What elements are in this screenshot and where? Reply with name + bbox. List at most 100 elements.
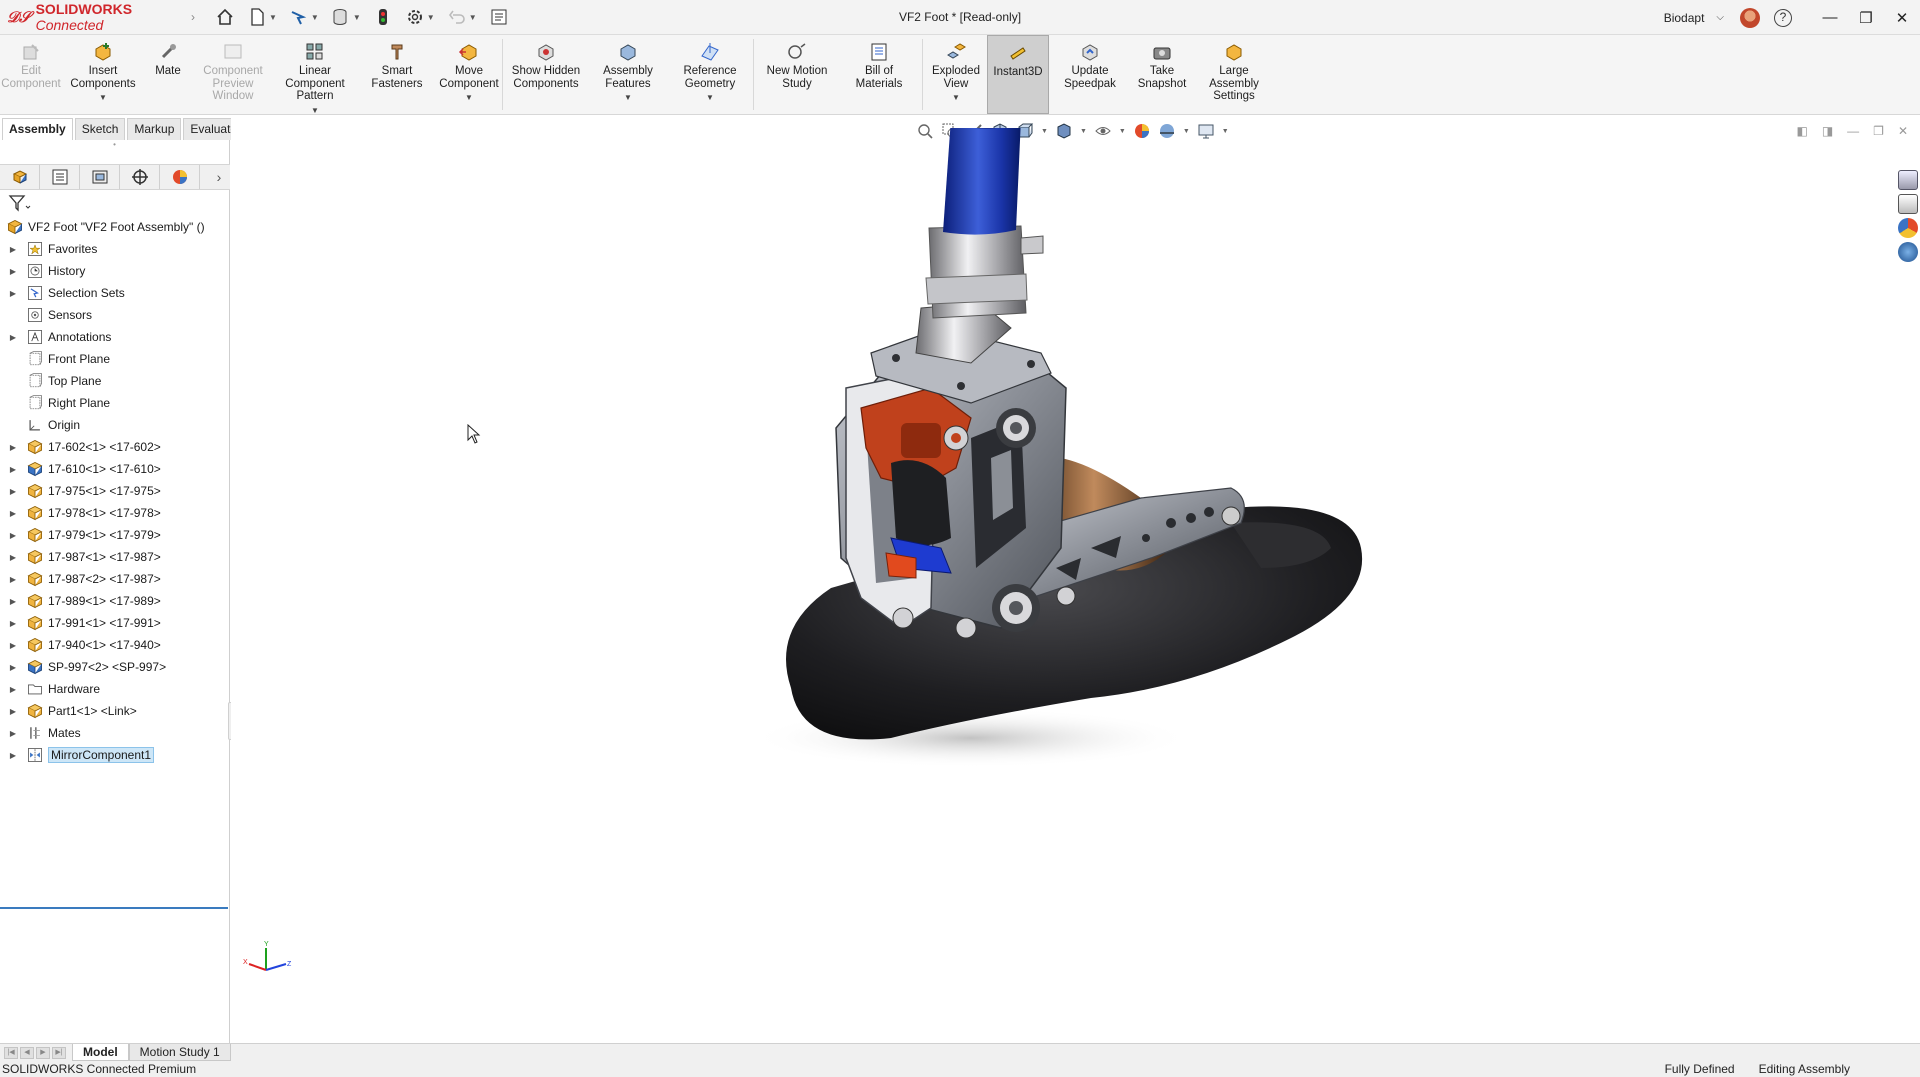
edit-component-button[interactable]: Edit Component <box>0 35 62 114</box>
panel-grip[interactable]: • <box>0 140 229 150</box>
app-logo[interactable]: 𝒟𝒮 SOLIDWORKS Connected › <box>0 1 195 33</box>
chevron-right-icon[interactable]: › <box>191 10 195 24</box>
select-button[interactable]: ▼ <box>285 4 323 30</box>
next-tab-icon[interactable]: ▶ <box>36 1046 50 1059</box>
tree-item[interactable]: ▶ Part1<1> <Link> <box>0 700 230 722</box>
tree-item[interactable]: Sensors <box>0 304 230 326</box>
tree-item[interactable]: ▶ SP-997<2> <SP-997> <box>0 656 230 678</box>
tree-item[interactable]: Front Plane <box>0 348 230 370</box>
assembly-features-button[interactable]: Assembly Features ▼ <box>587 35 669 114</box>
blue-pylon-tube[interactable] <box>943 128 1021 235</box>
chevron-down-icon[interactable]: ⌵ <box>1716 12 1724 23</box>
tree-item[interactable]: ▶ 17-940<1> <17-940> <box>0 634 230 656</box>
restore-icon[interactable]: ❐ <box>1848 0 1884 35</box>
tree-item[interactable]: ▶ 17-989<1> <17-989> <box>0 590 230 612</box>
configuration-manager-tab[interactable] <box>80 165 120 189</box>
close-icon[interactable]: ✕ <box>1884 0 1920 35</box>
chevron-down-icon[interactable]: ▼ <box>353 13 361 22</box>
collapse-right-icon[interactable]: ◨ <box>1822 124 1833 138</box>
smart-fasteners-button[interactable]: Smart Fasteners <box>356 35 438 114</box>
insert-components-button[interactable]: Insert Components ▼ <box>62 35 144 114</box>
linear-component-pattern-button[interactable]: Linear Component Pattern ▼ <box>274 35 356 115</box>
tree-item[interactable]: ▶ Mates <box>0 722 230 744</box>
tenant-name[interactable]: Biodapt <box>1664 11 1705 25</box>
tree-item[interactable]: ▶ 17-991<1> <17-991> <box>0 612 230 634</box>
tab-markup[interactable]: Markup <box>127 118 182 140</box>
3d-model-vf2-foot[interactable] <box>671 128 1431 868</box>
design-library-icon[interactable] <box>1898 194 1918 214</box>
chevron-down-icon[interactable]: ▼ <box>469 13 477 22</box>
minimize-icon[interactable]: — <box>1847 124 1859 138</box>
display-manager-tab[interactable] <box>160 165 200 189</box>
expand-arrow-icon[interactable]: ▶ <box>6 267 20 276</box>
move-component-button[interactable]: Move Component ▼ <box>438 35 500 114</box>
tree-item[interactable]: ▶ Annotations <box>0 326 230 348</box>
tree-item[interactable]: ▶ Hardware <box>0 678 230 700</box>
first-tab-icon[interactable]: |◀ <box>4 1046 18 1059</box>
home-button[interactable] <box>211 4 239 30</box>
expand-arrow-icon[interactable]: ▶ <box>6 289 20 298</box>
expand-arrow-icon[interactable]: ▶ <box>6 619 20 628</box>
tree-item[interactable]: ▶ 17-987<1> <17-987> <box>0 546 230 568</box>
component-preview-window-button[interactable]: Component Preview Window <box>192 35 274 114</box>
tab-assembly[interactable]: Assembly <box>2 118 73 140</box>
tree-item[interactable]: ▶ 17-987<2> <17-987> <box>0 568 230 590</box>
show-hidden-components-button[interactable]: Show Hidden Components <box>505 35 587 114</box>
expand-arrow-icon[interactable]: ▶ <box>6 663 20 672</box>
chevron-down-icon[interactable]: ▼ <box>465 92 473 105</box>
tree-item[interactable]: VF2 Foot "VF2 Foot Assembly" () <box>0 216 230 238</box>
expand-arrow-icon[interactable]: ▶ <box>6 509 20 518</box>
expand-arrow-icon[interactable]: ▶ <box>6 751 20 760</box>
chevron-down-icon[interactable]: ▼ <box>427 13 435 22</box>
tab-motion-study-1[interactable]: Motion Study 1 <box>128 1044 231 1061</box>
bill-of-materials-button[interactable]: Bill of Materials <box>838 35 920 114</box>
tree-item[interactable]: ▶ 17-602<1> <17-602> <box>0 436 230 458</box>
instant3d-button[interactable]: Instant3D <box>987 35 1049 114</box>
tree-item[interactable]: ▶ 17-979<1> <17-979> <box>0 524 230 546</box>
appearances-scenes-icon[interactable] <box>1898 218 1918 238</box>
chevron-right-icon[interactable]: › <box>208 165 230 189</box>
new-motion-study-button[interactable]: New Motion Study <box>756 35 838 114</box>
large-assembly-settings-button[interactable]: Large Assembly Settings <box>1193 35 1275 114</box>
tree-item[interactable]: ▶ History <box>0 260 230 282</box>
chevron-down-icon[interactable]: ▼ <box>269 13 277 22</box>
expand-arrow-icon[interactable]: ▶ <box>6 531 20 540</box>
chevron-down-icon[interactable]: ▼ <box>99 92 107 105</box>
take-snapshot-button[interactable]: Take Snapshot <box>1131 35 1193 114</box>
solidworks-resources-icon[interactable] <box>1898 170 1918 190</box>
file-properties-button[interactable] <box>485 4 513 30</box>
tree-item[interactable]: ▶ Favorites <box>0 238 230 260</box>
feature-tree-tab[interactable] <box>0 165 40 189</box>
help-icon[interactable]: ? <box>1774 8 1792 27</box>
reference-geometry-button[interactable]: Reference Geometry ▼ <box>669 35 751 114</box>
exploded-view-button[interactable]: Exploded View ▼ <box>925 35 987 114</box>
tree-item[interactable]: ▶ 17-978<1> <17-978> <box>0 502 230 524</box>
expand-arrow-icon[interactable]: ▶ <box>6 641 20 650</box>
tab-sketch[interactable]: Sketch <box>74 118 126 140</box>
save-button[interactable]: ▼ <box>327 4 365 30</box>
expand-arrow-icon[interactable]: ▶ <box>6 575 20 584</box>
traffic-light-button[interactable] <box>369 4 397 30</box>
expand-arrow-icon[interactable]: ▶ <box>6 333 20 342</box>
graphics-area[interactable]: ▼ ▼ ▼ ▼ ▼ ◧ ◨ — ❐ ✕ Y X Z <box>231 118 1920 1043</box>
expand-arrow-icon[interactable]: ▶ <box>6 443 20 452</box>
chevron-down-icon[interactable]: ▼ <box>624 92 632 105</box>
avatar[interactable] <box>1740 7 1760 28</box>
tree-item[interactable]: Right Plane <box>0 392 230 414</box>
mate-button[interactable]: Mate <box>144 35 192 114</box>
expand-arrow-icon[interactable]: ▶ <box>6 685 20 694</box>
chevron-down-icon[interactable]: ▼ <box>706 92 714 105</box>
3dexperience-icon[interactable] <box>1898 242 1918 262</box>
tree-item[interactable]: ▶ MirrorComponent1 <box>0 744 230 766</box>
tree-item[interactable]: ▶ 17-975<1> <17-975> <box>0 480 230 502</box>
tree-item[interactable]: ▶ Selection Sets <box>0 282 230 304</box>
expand-arrow-icon[interactable]: ▶ <box>6 597 20 606</box>
dimxpert-tab[interactable] <box>120 165 160 189</box>
minimize-icon[interactable]: — <box>1812 0 1848 35</box>
expand-arrow-icon[interactable]: ▶ <box>6 487 20 496</box>
prev-tab-icon[interactable]: ◀ <box>20 1046 34 1059</box>
restore-icon[interactable]: ❐ <box>1873 124 1884 138</box>
update-speedpak-button[interactable]: Update Speedpak <box>1049 35 1131 114</box>
options-button[interactable]: ▼ <box>401 4 439 30</box>
close-icon[interactable]: ✕ <box>1898 124 1908 138</box>
